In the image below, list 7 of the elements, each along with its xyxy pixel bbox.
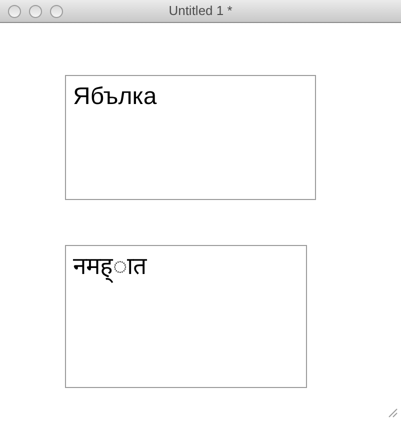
window-control-icon[interactable] [29, 4, 42, 18]
text-box[interactable]: नमह्ात [65, 245, 307, 388]
text-box[interactable]: Ябълка [65, 75, 316, 200]
window-title: Untitled 1 * [168, 2, 232, 20]
resize-grip-icon[interactable] [387, 407, 398, 418]
window-control-icon[interactable] [8, 4, 21, 18]
window-control-icon[interactable] [50, 4, 63, 18]
